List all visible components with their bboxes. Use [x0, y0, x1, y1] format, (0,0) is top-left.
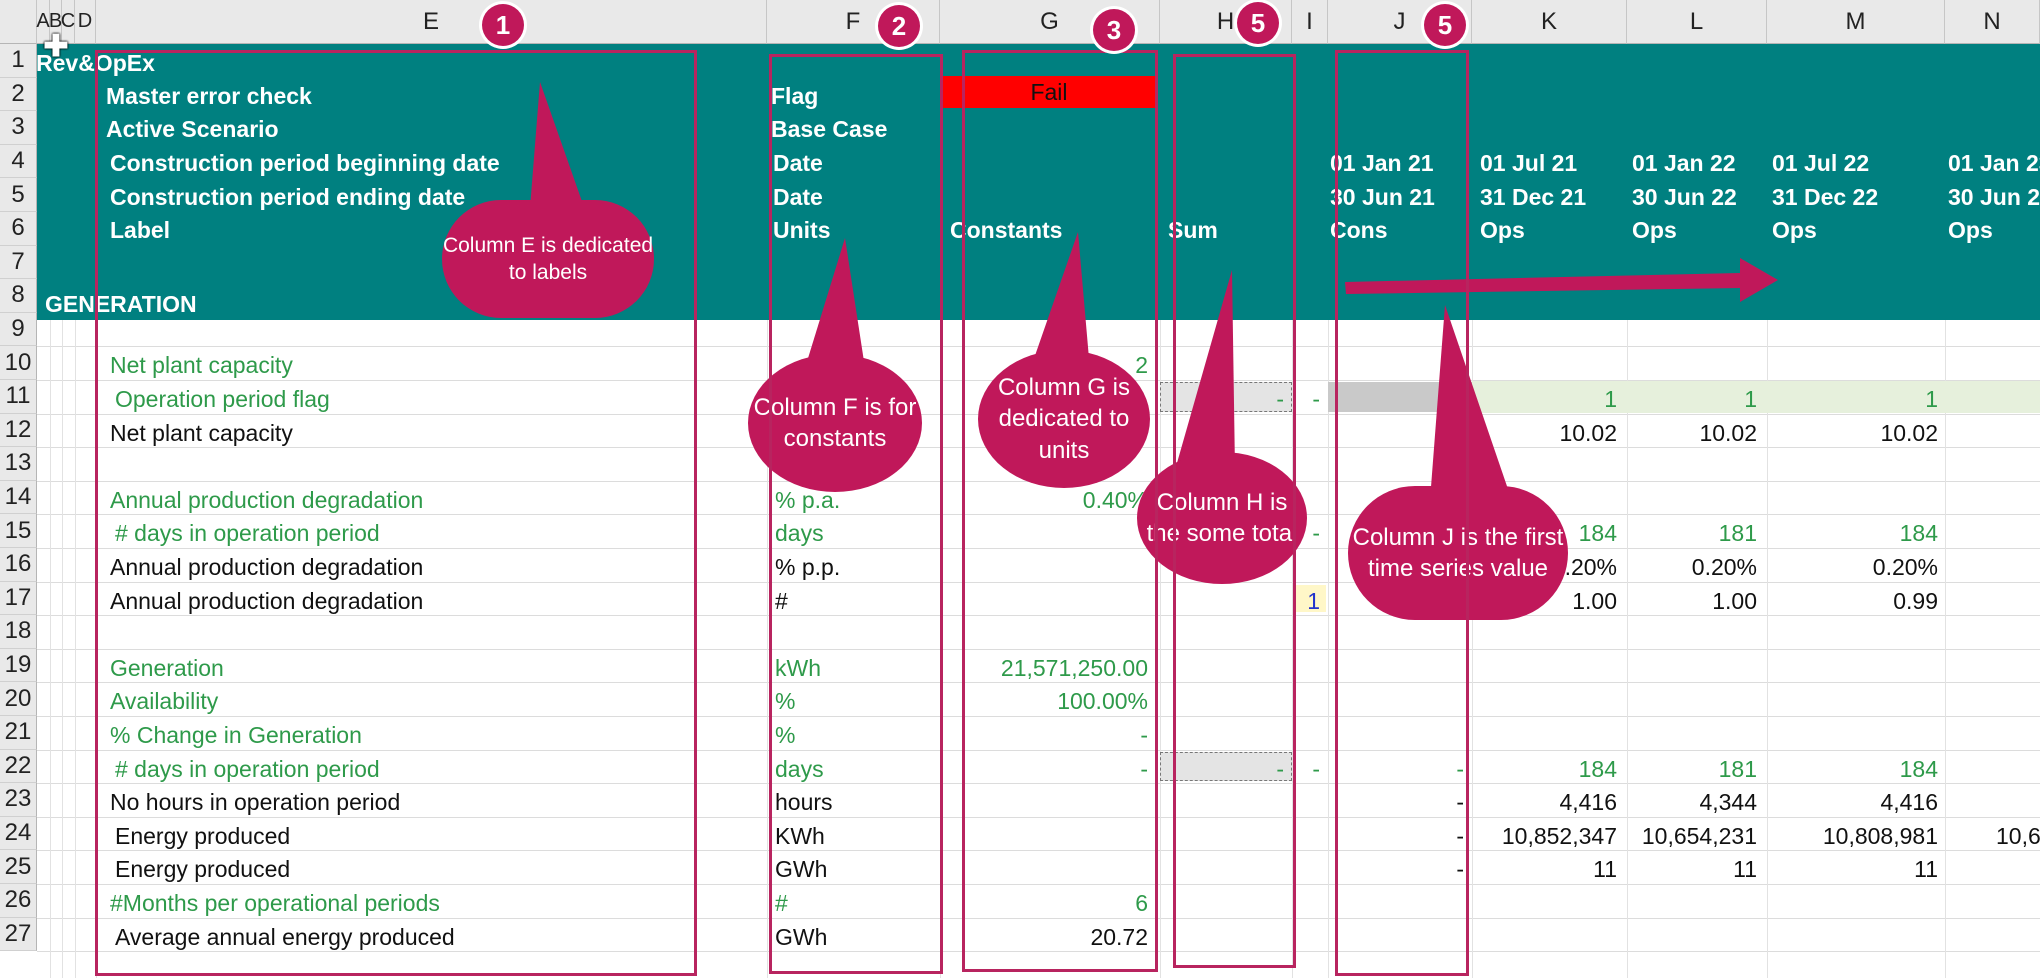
cursor-cross-icon: ✚ [43, 30, 69, 63]
frame-column-e [95, 50, 697, 976]
frame-column-h [1173, 54, 1296, 968]
number-badge-4: 5 [1237, 2, 1279, 44]
number-badge-2: 2 [878, 5, 920, 47]
number-badge-5: 5 [1424, 4, 1466, 46]
frame-column-j [1335, 50, 1469, 976]
frame-column-f [769, 54, 943, 974]
number-badge-1: 1 [482, 4, 524, 46]
number-badge-3: 3 [1093, 9, 1135, 51]
frame-column-g [962, 50, 1158, 972]
